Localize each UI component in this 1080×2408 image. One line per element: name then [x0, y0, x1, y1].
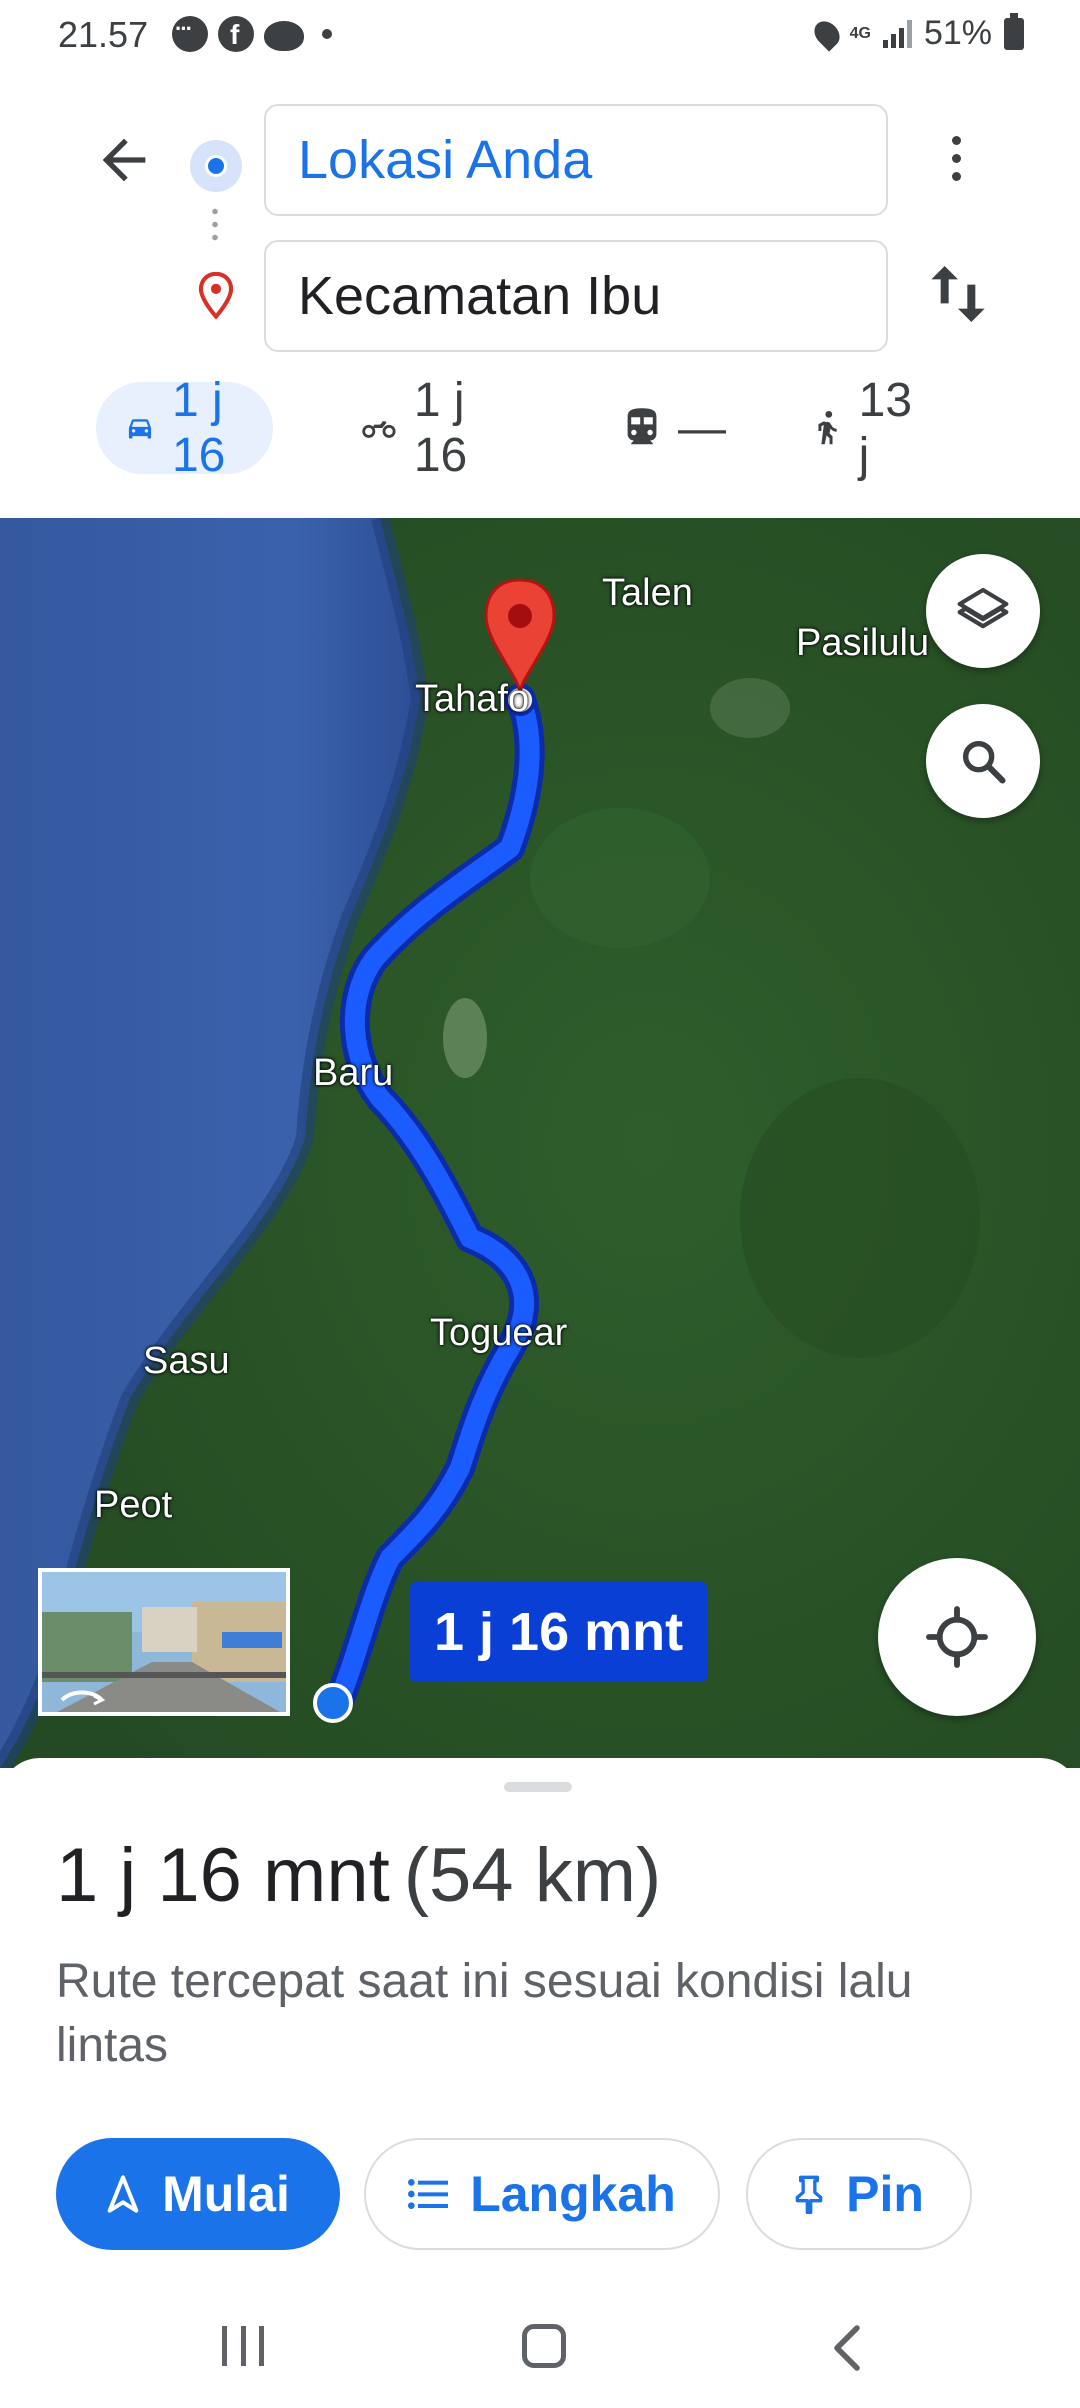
notification-icons — [172, 16, 332, 52]
chevron-left-icon — [834, 2325, 860, 2371]
signal-icon — [882, 19, 912, 48]
origin-field[interactable]: Lokasi Anda — [264, 104, 888, 216]
pin-button[interactable]: Pin — [746, 2138, 972, 2250]
mode-label: 1 j 16 — [171, 374, 226, 482]
system-icons: 4G 51% — [808, 12, 1024, 53]
list-icon — [408, 2179, 449, 2209]
more-vert-icon — [951, 136, 961, 145]
motorcycle-icon — [362, 421, 396, 438]
mode-tab-transit[interactable]: — — [624, 382, 726, 474]
search-button[interactable] — [926, 704, 1040, 818]
my-location-icon — [926, 1606, 988, 1668]
map-view[interactable]: Talen Pasilulu Tahafo Baru Toguear Sasu … — [0, 518, 1080, 1768]
mode-label: 13 j — [858, 374, 913, 482]
steps-label: Langkah — [470, 2166, 676, 2222]
destination-pin-icon — [197, 271, 235, 320]
planet-icon — [264, 21, 304, 51]
search-icon — [962, 740, 1006, 784]
notification-dot — [322, 29, 332, 39]
map-label-tahafo: Tahafo — [415, 678, 530, 720]
back-button[interactable] — [92, 128, 156, 192]
mode-tab-walk[interactable]: 13 j — [814, 374, 919, 482]
route-duration-label[interactable]: 1 j 16 mnt — [410, 1582, 708, 1682]
pin-label: Pin — [846, 2166, 924, 2222]
train-icon — [627, 408, 657, 445]
system-nav-bar — [0, 2300, 1080, 2408]
route-connector — [212, 205, 218, 247]
route-summary: 1 j 16 mnt (54 km) — [56, 1832, 661, 1919]
map-label-toguear: Toguear — [430, 1312, 568, 1354]
mode-tab-car[interactable]: 1 j 16 — [96, 374, 274, 482]
pushpin-icon — [795, 2175, 823, 2214]
map-label-baru: Baru — [313, 1052, 394, 1094]
layers-button[interactable] — [926, 554, 1040, 668]
origin-dot-icon — [190, 140, 242, 192]
arrow-back-icon — [102, 138, 146, 182]
battery-percent: 51% — [923, 14, 992, 52]
recent-apps-button[interactable] — [222, 2326, 264, 2366]
car-icon — [128, 419, 152, 439]
route-description: Rute tercepat saat ini sesuai kondisi la… — [56, 1955, 913, 2072]
mode-label: 1 j 16 — [413, 374, 468, 482]
swap-button[interactable] — [926, 258, 990, 330]
steps-button[interactable]: Langkah — [364, 2138, 720, 2250]
status-time: 21.57 — [58, 14, 149, 55]
battery-icon — [1004, 12, 1024, 50]
nav-back-button[interactable] — [832, 2324, 862, 2377]
start-label: Mulai — [162, 2166, 290, 2222]
map-label-peot: Peot — [94, 1484, 173, 1526]
location-icon — [808, 15, 845, 52]
my-location-button[interactable] — [878, 1558, 1036, 1716]
start-button[interactable]: Mulai — [56, 2138, 340, 2250]
facebook-icon — [218, 16, 254, 52]
destination-field[interactable]: Kecamatan Ibu — [264, 240, 888, 352]
walk-icon — [818, 410, 837, 445]
layers-icon — [957, 587, 1009, 629]
home-button[interactable] — [522, 2324, 566, 2368]
sheet-drag-handle[interactable] — [504, 1782, 572, 1792]
more-options-button[interactable] — [936, 130, 976, 190]
street-view-thumbnail[interactable] — [38, 1568, 290, 1716]
navigation-arrow-icon — [107, 2175, 139, 2213]
route-duration: 1 j 16 mnt — [56, 1833, 390, 1918]
mode-label: — — [678, 401, 726, 455]
route-distance: (54 km) — [403, 1833, 662, 1918]
map-label-sasu: Sasu — [143, 1340, 230, 1382]
street-view-image — [42, 1572, 286, 1712]
chat-icon — [172, 16, 208, 52]
network-type: 4G — [849, 24, 871, 42]
swap-vert-icon — [931, 266, 985, 322]
mode-tab-motorcycle[interactable]: 1 j 16 — [362, 374, 487, 482]
status-bar: 21.57 4G 51% — [0, 0, 1080, 70]
map-label-talen: Talen — [602, 572, 693, 614]
map-label-pasilulu: Pasilulu — [796, 622, 930, 664]
